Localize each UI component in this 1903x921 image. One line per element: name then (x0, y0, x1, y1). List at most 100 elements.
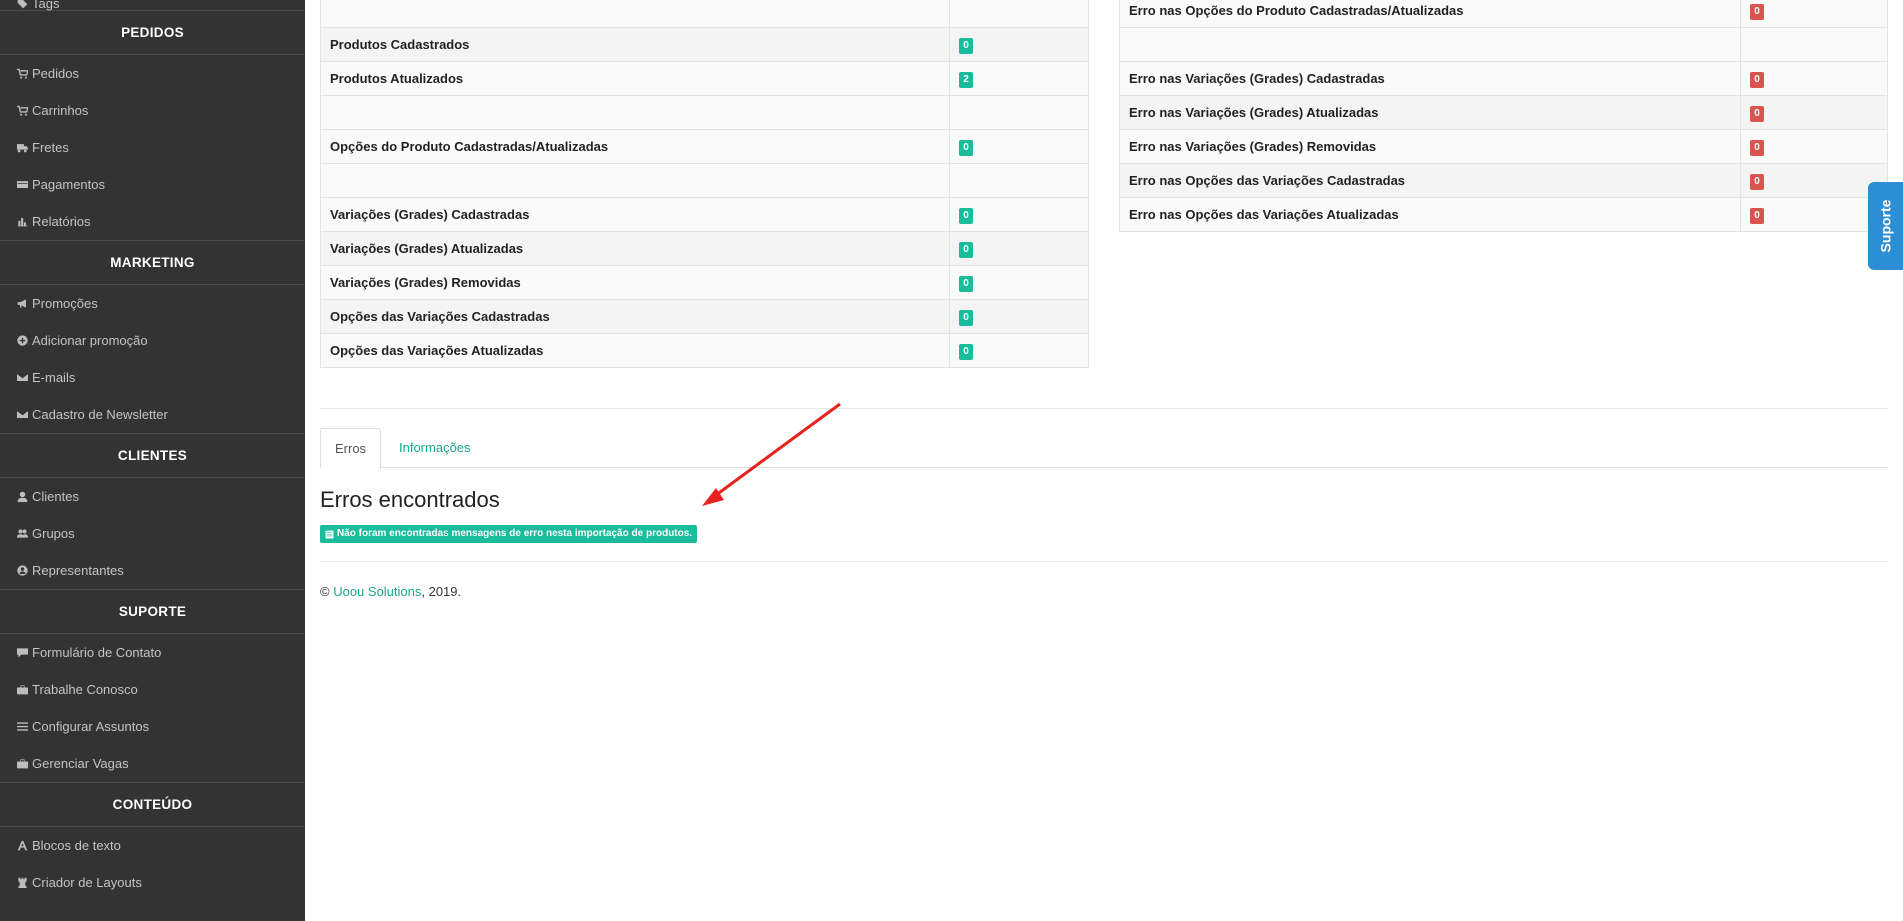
sidebar-item-tags[interactable]: Tags (0, 0, 305, 11)
sidebar-item-configurar-assuntos[interactable]: Configurar Assuntos (0, 708, 305, 745)
sidebar-item-label: Gerenciar Vagas (32, 756, 129, 771)
sidebar-item-label: Carrinhos (32, 103, 89, 118)
sidebar-item-grupos[interactable]: Grupos (0, 515, 305, 552)
row-value-cell: 0 (1740, 95, 1888, 130)
summary-row: Variações (Grades) Cadastradas 0 (320, 197, 1089, 232)
count-badge: 2 (959, 71, 973, 88)
sidebar-item-clientes[interactable]: Clientes (0, 478, 305, 515)
list-alt-icon (325, 530, 334, 538)
sidebar-item-blocos-de-texto[interactable]: Blocos de texto (0, 827, 305, 864)
count-badge: 0 (1750, 207, 1764, 224)
footer-divider (320, 561, 1888, 562)
row-value-cell: 2 (949, 61, 1089, 96)
row-value-cell: 0 (949, 197, 1089, 232)
table-spacer-row (320, 163, 1089, 198)
error-summary-row: Erro nas Opções das Variações Atualizada… (1119, 197, 1888, 232)
sidebar-item-relat-rios[interactable]: Relatórios (0, 203, 305, 240)
user-circle-icon (15, 564, 29, 578)
sidebar-item-criador-de-layouts[interactable]: Criador de Layouts (0, 864, 305, 901)
row-label: Erro nas Variações (Grades) Atualizadas (1119, 95, 1741, 130)
row-value-cell (949, 95, 1089, 130)
sidebar-item-trabalhe-conosco[interactable]: Trabalhe Conosco (0, 671, 305, 708)
envelope-icon (15, 408, 29, 422)
footer: © Uoou Solutions, 2019. (320, 584, 461, 599)
error-summary-row: Erro nas Variações (Grades) Cadastradas 0 (1119, 61, 1888, 96)
sidebar: Tags PEDIDOS Pedidos Carrinhos Fretes Pagame… (0, 0, 305, 921)
count-badge: 0 (959, 37, 973, 54)
count-badge: 0 (959, 139, 973, 156)
bar-chart-icon (15, 215, 29, 229)
sidebar-item-label: Cadastro de Newsletter (32, 407, 168, 422)
plus-circle-icon (15, 334, 29, 348)
sidebar-item-label: Promoções (32, 296, 98, 311)
envelope-icon (15, 371, 29, 385)
row-value-cell (949, 163, 1089, 198)
footer-company-link[interactable]: Uoou Solutions (333, 584, 421, 599)
count-badge: 0 (1750, 3, 1764, 20)
sidebar-item-representantes[interactable]: Representantes (0, 552, 305, 589)
briefcase-icon (15, 757, 29, 771)
sidebar-item-carrinhos[interactable]: Carrinhos (0, 92, 305, 129)
sidebar-item-pedidos[interactable]: Pedidos (0, 55, 305, 92)
row-label (1119, 27, 1741, 62)
row-label: Variações (Grades) Removidas (320, 265, 950, 300)
sidebar-item-label: Clientes (32, 489, 79, 504)
footer-prefix: © (320, 584, 334, 599)
row-label: Erro nas Variações (Grades) Removidas (1119, 129, 1741, 164)
sidebar-item-promo-es[interactable]: Promoções (0, 285, 305, 322)
tab-erros[interactable]: Erros (320, 428, 382, 469)
row-label: Variações (Grades) Atualizadas (320, 231, 950, 266)
tab-informacoes[interactable]: Informações (385, 428, 485, 469)
row-value-cell: 0 (1740, 163, 1888, 198)
result-tabs: Erros Informações (320, 428, 1888, 469)
no-errors-notice: Não foram encontradas mensagens de erro … (320, 525, 698, 543)
sidebar-item-label: Adicionar promoção (32, 333, 148, 348)
row-value-cell: 0 (949, 231, 1089, 266)
bullhorn-icon (15, 297, 29, 311)
row-label: Variações (Grades) Cadastradas (320, 197, 950, 232)
row-label (320, 0, 950, 28)
credit-card-icon (15, 178, 29, 192)
user-icon (15, 490, 29, 504)
main-content: Produtos Cadastrados 0 Produtos Atualizado… (320, 0, 1888, 921)
sidebar-section-heading: MARKETING (0, 240, 305, 285)
row-value-cell: 0 (1740, 0, 1888, 28)
count-badge: 0 (959, 207, 973, 224)
count-badge: 0 (959, 309, 973, 326)
summary-row: Opções do Produto Cadastradas/Atualizada… (320, 129, 1089, 164)
sidebar-item-label: Criador de Layouts (32, 875, 142, 890)
sidebar-item-cadastro-de-newsletter[interactable]: Cadastro de Newsletter (0, 396, 305, 433)
sidebar-item-e-mails[interactable]: E-mails (0, 359, 305, 396)
row-value-cell: 0 (1740, 129, 1888, 164)
cart-icon (15, 104, 29, 118)
summary-row: Variações (Grades) Removidas 0 (320, 265, 1089, 300)
sidebar-item-pagamentos[interactable]: Pagamentos (0, 166, 305, 203)
sidebar-item-formul-rio-de-contato[interactable]: Formulário de Contato (0, 634, 305, 671)
sidebar-item-gerenciar-vagas[interactable]: Gerenciar Vagas (0, 745, 305, 782)
sidebar-section-heading: SUPORTE (0, 589, 305, 634)
sidebar-item-label: Tags (32, 0, 60, 11)
comment-icon (15, 646, 29, 660)
sidebar-item-adicionar-promo-o[interactable]: Adicionar promoção (0, 322, 305, 359)
row-value-cell (1740, 27, 1888, 62)
sidebar-item-label: Representantes (32, 563, 124, 578)
error-summary-row: Erro nas Variações (Grades) Atualizadas 0 (1119, 95, 1888, 130)
sidebar-item-label: E-mails (32, 370, 76, 385)
truck-icon (15, 141, 29, 155)
sidebar-item-label: Pagamentos (32, 177, 105, 192)
row-label (320, 95, 950, 130)
footer-suffix: , 2019. (421, 584, 462, 599)
support-tab[interactable]: Suporte (1868, 182, 1903, 270)
cart-icon (15, 67, 29, 81)
row-value-cell: 0 (949, 27, 1089, 62)
error-summary-row: Erro nas Variações (Grades) Removidas 0 (1119, 129, 1888, 164)
errors-heading: Erros encontrados (320, 487, 500, 512)
sidebar-item-fretes[interactable]: Fretes (0, 129, 305, 166)
sidebar-item-label: Formulário de Contato (32, 645, 162, 660)
summary-row: Produtos Atualizados 2 (320, 61, 1089, 96)
error-summary-row: Erro nas Opções do Produto Cadastradas/A… (1119, 0, 1888, 28)
table-spacer-row (320, 0, 1089, 28)
summary-row: Opções das Variações Atualizadas 0 (320, 333, 1089, 368)
no-errors-text: Não foram encontradas mensagens de erro … (337, 528, 693, 539)
count-badge: 0 (1750, 139, 1764, 156)
